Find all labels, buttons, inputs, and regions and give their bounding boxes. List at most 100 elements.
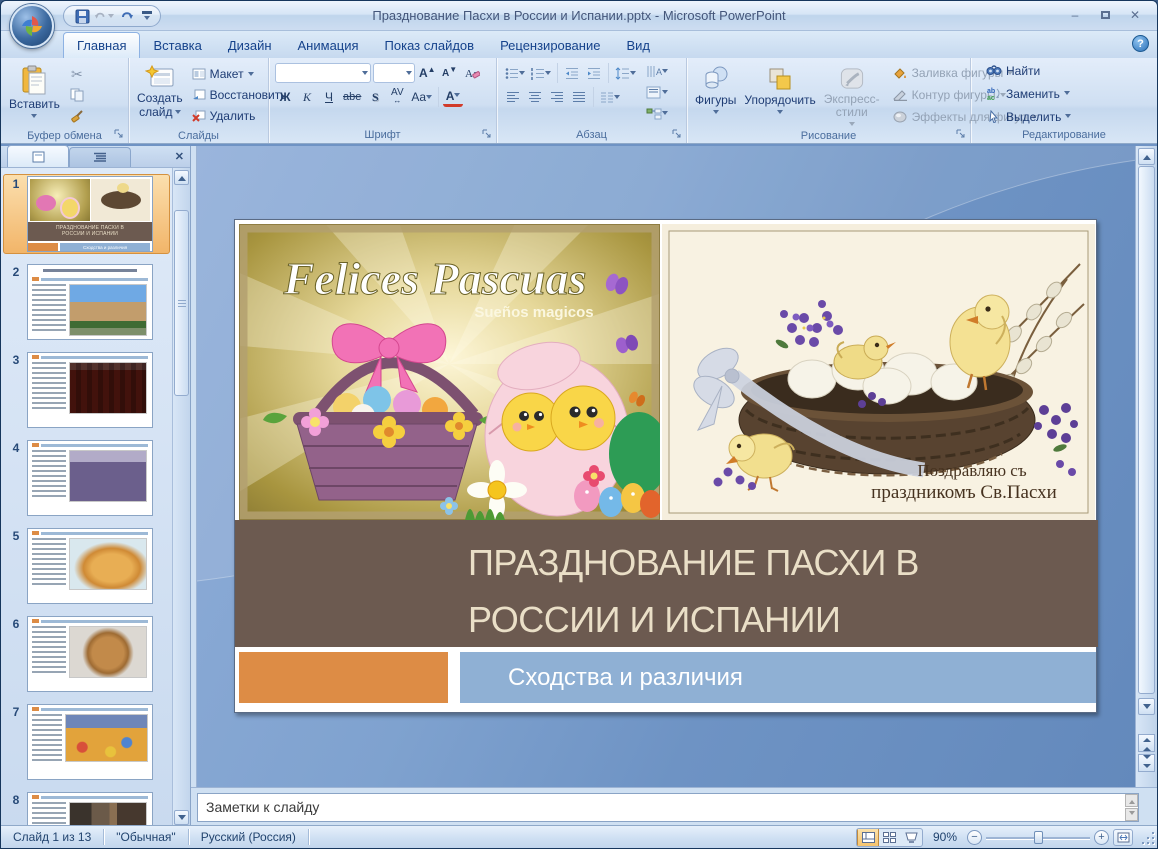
format-painter-button[interactable] (66, 106, 88, 126)
numbering-button[interactable] (529, 63, 553, 83)
paragraph-dialog-launcher[interactable] (672, 129, 683, 140)
zoom-out-button[interactable]: − (967, 829, 982, 845)
align-center-button[interactable] (525, 87, 545, 107)
slide-3-preview[interactable] (27, 352, 153, 428)
office-button[interactable] (10, 4, 54, 48)
change-case-button[interactable]: Aa (409, 87, 434, 107)
clipboard-dialog-launcher[interactable] (114, 129, 125, 140)
scroll-up-button[interactable] (1138, 148, 1155, 165)
bullets-button[interactable] (503, 63, 527, 83)
character-spacing-button[interactable]: AV ↔ (387, 87, 407, 107)
slide-thumbnail-4[interactable]: 4 (3, 438, 170, 518)
columns-button[interactable] (598, 87, 622, 107)
notes-input[interactable]: Заметки к слайду (197, 793, 1139, 822)
scroll-thumb[interactable] (1138, 166, 1155, 694)
slide-thumbnail-3[interactable]: 3 (3, 350, 170, 430)
normal-view-button[interactable] (857, 828, 879, 846)
slide-8-preview[interactable] (27, 792, 153, 827)
zoom-slider-thumb[interactable] (1033, 830, 1043, 844)
language-indicator[interactable]: Русский (Россия) (189, 826, 308, 848)
slide-thumbnail-2[interactable]: 2 (3, 262, 170, 342)
underline-button[interactable]: Ч (319, 87, 339, 107)
align-text-button[interactable] (644, 82, 670, 102)
new-slide-button[interactable]: Создать слайд (133, 61, 187, 129)
minimize-button[interactable]: – (1061, 6, 1089, 23)
scroll-down-button[interactable] (1138, 698, 1155, 715)
slide-sorter-view-button[interactable] (878, 829, 900, 846)
italic-button[interactable]: К (297, 87, 317, 107)
increase-indent-button[interactable] (584, 63, 604, 83)
slide-thumbnail-1[interactable]: 1 ПРАЗДНОВАНИЕ ПАСХИ В РОССИИ И ИСПАНИИ … (3, 174, 170, 254)
line-spacing-button[interactable] (613, 63, 638, 83)
notes-scroll-down-button[interactable] (1125, 808, 1138, 821)
tab-slides-thumbnails[interactable] (7, 145, 69, 167)
slide-5-preview[interactable] (27, 528, 153, 604)
drawing-dialog-launcher[interactable] (956, 129, 967, 140)
quick-styles-button[interactable]: Экспресс-стили (820, 61, 884, 129)
align-right-button[interactable] (547, 87, 567, 107)
close-button[interactable]: ✕ (1121, 6, 1149, 23)
clear-formatting-button[interactable]: Aa (462, 63, 482, 83)
convert-smartart-button[interactable] (644, 103, 670, 123)
align-left-button[interactable] (503, 87, 523, 107)
font-name-combo[interactable] (275, 63, 371, 83)
zoom-in-button[interactable]: + (1094, 829, 1109, 845)
arrange-button[interactable]: Упорядочить (740, 61, 819, 129)
next-slide-button[interactable] (1138, 754, 1155, 772)
zoom-slider[interactable] (986, 830, 1090, 845)
tab-animation[interactable]: Анимация (285, 33, 372, 58)
slide-subtitle-textbox[interactable]: Сходства и различия (460, 652, 1096, 703)
grow-font-button[interactable]: A ▲ (417, 63, 438, 83)
slide-6-preview[interactable] (27, 616, 153, 692)
slideshow-view-button[interactable] (900, 829, 922, 846)
notes-scroll-up-button[interactable] (1125, 794, 1138, 807)
slide-thumbnail-8[interactable]: 8 (3, 790, 170, 827)
text-direction-button[interactable]: A (644, 61, 670, 81)
close-panel-button[interactable]: ✕ (175, 150, 184, 163)
slide-thumbnail-6[interactable]: 6 (3, 614, 170, 694)
fit-to-window-button[interactable] (1113, 828, 1133, 846)
copy-button[interactable] (66, 85, 88, 105)
cut-button[interactable]: ✂ (66, 64, 88, 84)
easter-card-spanish[interactable]: Felices Pascuas Sueños magicos (239, 224, 660, 520)
accent-rectangle[interactable] (239, 652, 448, 703)
text-shadow-button[interactable]: S (365, 87, 385, 107)
slide-4-preview[interactable] (27, 440, 153, 516)
shrink-font-button[interactable]: A ▼ (440, 63, 460, 83)
slide-thumbnail-7[interactable]: 7 (3, 702, 170, 782)
zoom-level[interactable]: 90% (927, 830, 963, 844)
panel-scroll-thumb[interactable] (174, 210, 189, 396)
help-button[interactable]: ? (1132, 35, 1149, 52)
slide-thumbnail-5[interactable]: 5 (3, 526, 170, 606)
slide-editor[interactable]: Felices Pascuas Sueños magicos Поздравля… (234, 219, 1098, 713)
tab-view[interactable]: Вид (613, 33, 663, 58)
replace-button[interactable]: ab ac Заменить (983, 85, 1074, 103)
tab-slideshow[interactable]: Показ слайдов (372, 33, 488, 58)
panel-scroll-up-button[interactable] (174, 170, 189, 185)
find-button[interactable]: Найти (983, 62, 1074, 80)
slide-1-preview[interactable]: ПРАЗДНОВАНИЕ ПАСХИ В РОССИИ И ИСПАНИИ Сх… (27, 176, 153, 252)
easter-card-russian[interactable]: Поздравляю съ праздникомъ Св.Пасхи (662, 224, 1095, 520)
decrease-indent-button[interactable] (562, 63, 582, 83)
paste-button[interactable]: Вставить (5, 61, 64, 129)
tab-outline[interactable] (69, 147, 131, 167)
maximize-button[interactable] (1091, 6, 1119, 23)
bold-button[interactable]: Ж (275, 87, 295, 107)
strikethrough-button[interactable]: abe (341, 87, 363, 107)
select-button[interactable]: Выделить (983, 108, 1074, 126)
resize-grip[interactable] (1139, 829, 1155, 845)
font-color-button[interactable]: A (443, 87, 464, 107)
slide-7-preview[interactable] (27, 704, 153, 780)
tab-review[interactable]: Рецензирование (487, 33, 613, 58)
slide-title-textbox[interactable]: ПРАЗДНОВАНИЕ ПАСХИ В РОССИИ И ИСПАНИИ (235, 520, 1098, 647)
font-dialog-launcher[interactable] (482, 129, 493, 140)
tab-insert[interactable]: Вставка (140, 33, 214, 58)
justify-button[interactable] (569, 87, 589, 107)
tab-design[interactable]: Дизайн (215, 33, 285, 58)
tab-home[interactable]: Главная (63, 32, 141, 58)
slide-2-preview[interactable] (27, 264, 153, 340)
shapes-button[interactable]: Фигуры (691, 61, 740, 129)
slide-counter[interactable]: Слайд 1 из 13 (1, 826, 103, 848)
view-name[interactable]: "Обычная" (104, 826, 187, 848)
panel-scroll-down-button[interactable] (174, 810, 189, 825)
